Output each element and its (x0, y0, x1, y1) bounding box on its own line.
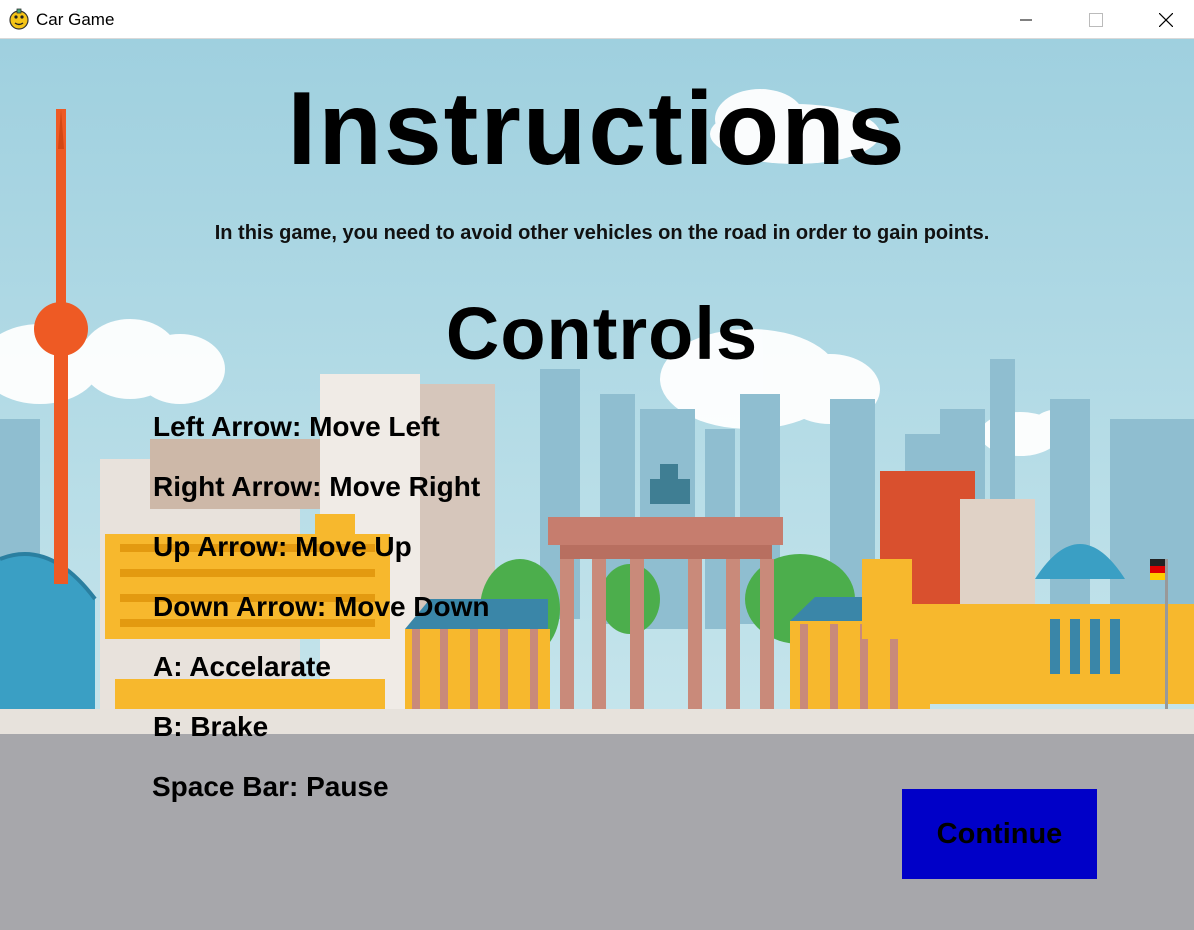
control-right-arrow: Right Arrow: Move Right (153, 471, 481, 502)
window-title: Car Game (36, 10, 115, 29)
control-brake: B: Brake (153, 711, 269, 742)
control-left-arrow: Left Arrow: Move Left (153, 411, 440, 442)
control-down-arrow: Down Arrow: Move Down (153, 591, 490, 622)
instructions-heading: Instructions (287, 71, 907, 187)
minimize-icon (1020, 19, 1032, 20)
game-canvas: Instructions In this game, you need to a… (0, 39, 1194, 930)
pygame-snake-icon (9, 8, 29, 30)
control-accelerate: A: Accelarate (153, 651, 331, 682)
maximize-button[interactable] (1073, 0, 1119, 39)
control-up-arrow: Up Arrow: Move Up (153, 531, 412, 562)
close-button[interactable] (1143, 0, 1189, 39)
window-titlebar: Car Game (0, 0, 1194, 39)
control-pause: Space Bar: Pause (152, 771, 389, 802)
continue-button[interactable]: Continue (902, 789, 1097, 879)
minimize-button[interactable] (1003, 0, 1049, 39)
close-icon (1159, 12, 1173, 27)
controls-heading: Controls (445, 292, 759, 375)
intro-text: In this game, you need to avoid other ve… (214, 222, 990, 244)
maximize-icon (1089, 12, 1103, 27)
